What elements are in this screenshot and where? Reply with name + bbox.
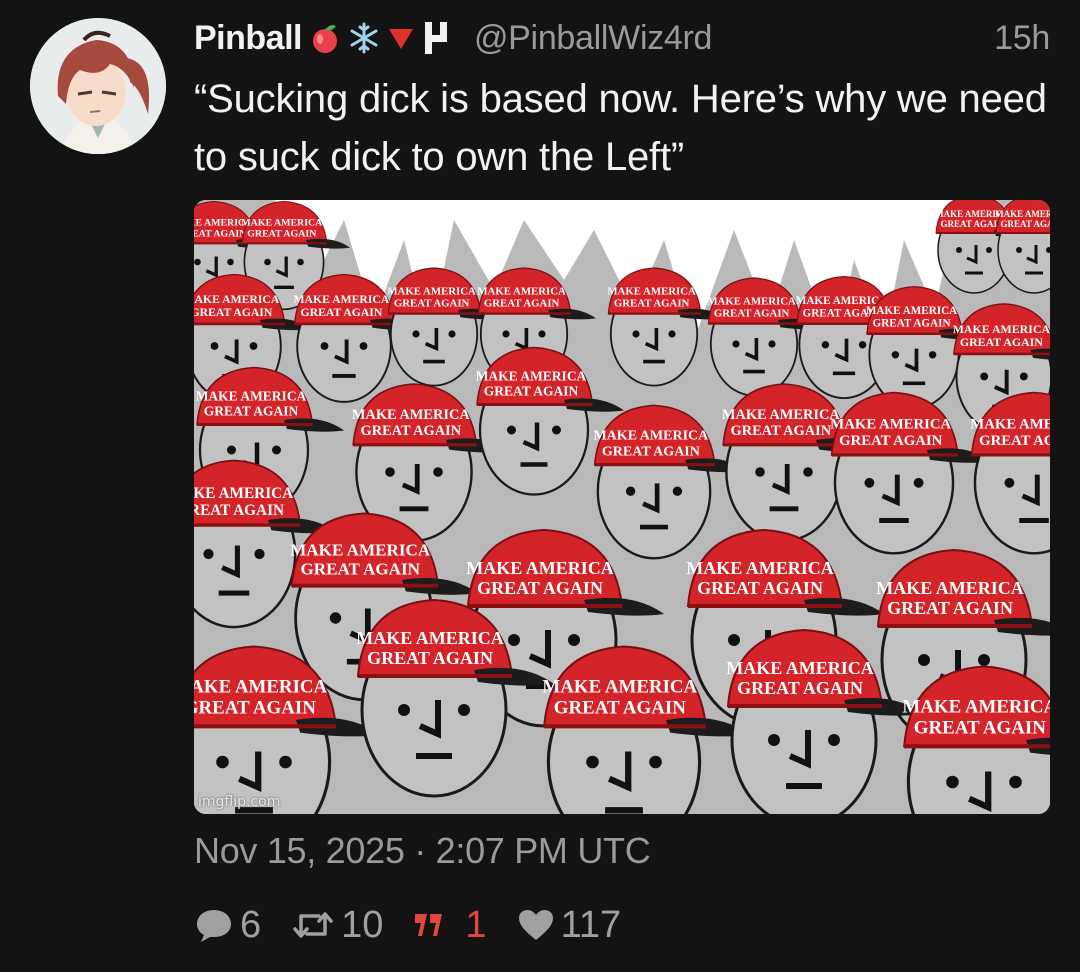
cap-text: GREAT AGAIN (979, 433, 1050, 449)
cap-text: MAKE AMERICA (387, 285, 476, 297)
cap-text: GREAT AGAIN (194, 502, 284, 519)
cap-text: GREAT AGAIN (484, 384, 579, 399)
cap-text: MAKE AMERICA (194, 677, 328, 698)
cap-text: GREAT AGAIN (960, 335, 1043, 349)
peach-icon (312, 25, 337, 53)
anime-avatar-image (30, 18, 166, 154)
snowflake-icon (350, 22, 378, 54)
cap-text: GREAT AGAIN (873, 317, 951, 329)
cap-text: GREAT AGAIN (301, 306, 383, 319)
cap-text: GREAT AGAIN (730, 423, 831, 439)
cap-text: GREAT AGAIN (737, 678, 863, 698)
cap-text: MAKE AMERICA (241, 218, 323, 229)
reply-button[interactable]: 6 (194, 904, 261, 947)
cap-text: GREAT AGAIN (367, 648, 493, 668)
cap-text: MAKE AMERICA (902, 697, 1050, 718)
cap-text: MAKE AMERICA (593, 428, 709, 444)
name-badges (308, 20, 452, 56)
cap-text: GREAT AGAIN (614, 297, 690, 309)
retweet-icon (293, 912, 333, 938)
user-handle[interactable]: @PinballWiz4rd (474, 19, 712, 58)
reply-count: 6 (240, 903, 262, 946)
quote-count: 1 (465, 903, 487, 946)
npc-crowd-image: MAKE AMERICAGREAT AGAINMAKE AMERICAGREAT… (194, 200, 1050, 814)
cap-text: GREAT AGAIN (914, 718, 1046, 739)
cap-text: MAKE AMERICA (866, 305, 957, 317)
cap-text: GREAT AGAIN (194, 229, 247, 240)
image-watermark: imgflip.com (198, 794, 281, 810)
post-header: Pinball @PinballWiz4rd 15h (194, 16, 1050, 60)
cap-text: MAKE AMERICA (876, 578, 1024, 598)
cap-text: MAKE AMERICA (542, 677, 697, 698)
cap-text: GREAT AGAIN (554, 698, 686, 719)
cap-text: MAKE AMERICA (722, 407, 841, 423)
cap-text: MAKE AMERICA (707, 295, 796, 307)
retweet-button[interactable]: 10 (291, 904, 383, 947)
post-image[interactable]: MAKE AMERICAGREAT AGAINMAKE AMERICAGREAT… (194, 200, 1050, 814)
cap-text: GREAT AGAIN (394, 297, 470, 309)
red-triangle-icon (388, 29, 413, 49)
like-count: 117 (560, 903, 622, 946)
cap-text: GREAT AGAIN (477, 578, 603, 598)
cap-text: GREAT AGAIN (204, 404, 299, 419)
cap-text: GREAT AGAIN (484, 297, 560, 309)
display-name[interactable]: Pinball (194, 19, 302, 58)
cap-text: GREAT AGAIN (714, 307, 790, 319)
cap-text: GREAT AGAIN (1001, 219, 1050, 229)
quote-icon (415, 914, 443, 936)
cap-text: MAKE AMERICA (196, 389, 307, 404)
cap-text: GREAT AGAIN (697, 578, 823, 598)
quote-button[interactable]: 1 (413, 903, 487, 947)
cap-text: MAKE AMERICA (726, 658, 874, 678)
post-actions: 6 10 1 117 (194, 900, 651, 950)
cap-text: GREAT AGAIN (300, 559, 420, 578)
cap-text: GREAT AGAIN (247, 229, 317, 240)
heart-icon (518, 910, 553, 940)
cap-text: GREAT AGAIN (941, 219, 1004, 229)
cap-text: MAKE AMERICA (953, 322, 1050, 336)
cap-text: MAKE AMERICA (356, 628, 504, 648)
cap-text: MAKE AMERICA (995, 209, 1050, 219)
flag-letter-icon (424, 22, 447, 54)
cap-text: MAKE AMERICA (194, 293, 280, 306)
post-timestamp[interactable]: Nov 15, 2025 · 2:07 PM UTC (194, 830, 651, 872)
cap-text: MAKE AMERICA (970, 417, 1050, 433)
cap-text: MAKE AMERICA (294, 293, 390, 306)
cap-text: GREAT AGAIN (887, 598, 1013, 618)
like-button[interactable]: 117 (517, 903, 622, 947)
cap-text: GREAT AGAIN (839, 433, 942, 449)
cap-text: GREAT AGAIN (360, 423, 461, 439)
cap-text: GREAT AGAIN (194, 698, 316, 719)
cap-text: MAKE AMERICA (290, 540, 431, 559)
cap-text: GREAT AGAIN (194, 306, 273, 319)
cap-text: MAKE AMERICA (477, 285, 566, 297)
cap-text: GREAT AGAIN (602, 443, 700, 459)
retweet-count: 10 (341, 903, 384, 946)
speech-bubble-icon (197, 910, 231, 942)
cap-text: MAKE AMERICA (352, 407, 471, 423)
cap-text: MAKE AMERICA (476, 369, 587, 384)
cap-text: MAKE AMERICA (830, 417, 951, 433)
cap-text: MAKE AMERICA (466, 558, 614, 578)
relative-time[interactable]: 15h (994, 19, 1050, 58)
post-text: “Sucking dick is based now. Here’s why w… (194, 77, 1047, 179)
cap-text: MAKE AMERICA (607, 285, 696, 297)
cap-text: MAKE AMERICA (194, 485, 293, 502)
cap-text: MAKE AMERICA (686, 558, 834, 578)
avatar[interactable] (30, 18, 166, 154)
